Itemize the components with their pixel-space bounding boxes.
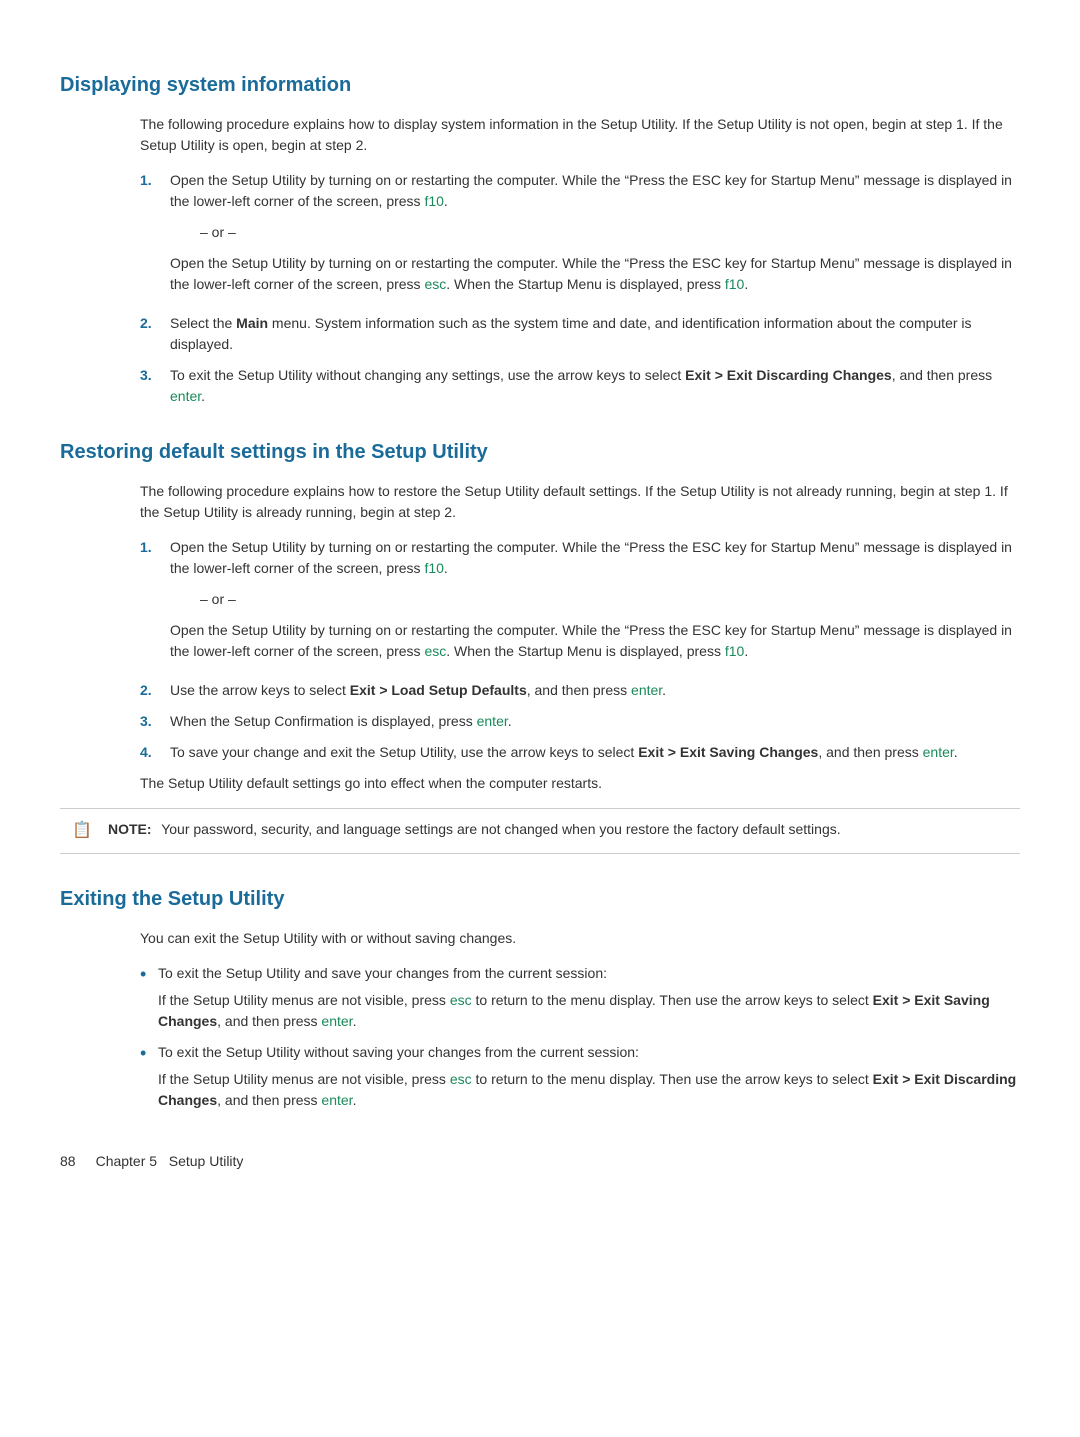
link-enter-6[interactable]: enter [321,1092,352,1108]
step-text: Open the Setup Utility by turning on or … [170,172,1012,209]
step-1-1: 1. Open the Setup Utility by turning on … [140,170,1020,303]
note-text: Your password, security, and language se… [161,821,840,837]
note-label: NOTE: [108,821,152,837]
link-enter-4[interactable]: enter [923,744,954,760]
exit-bullet-list: • To exit the Setup Utility and save you… [140,963,1020,1111]
section-2-intro: The following procedure explains how to … [140,481,1020,523]
step-1-alt: Open the Setup Utility by turning on or … [170,253,1020,295]
link-f10-4[interactable]: f10 [725,643,744,659]
link-f10-3[interactable]: f10 [424,560,443,576]
step-content: When the Setup Confirmation is displayed… [170,711,1020,732]
link-f10-2[interactable]: f10 [725,276,744,292]
or-divider-2: – or – [200,589,1020,610]
note-icon: 📋 [72,819,100,843]
document-body: Displaying system information The follow… [60,70,1020,1172]
step-2-alt: Open the Setup Utility by turning on or … [170,620,1020,662]
step-content: Open the Setup Utility by turning on or … [170,537,1020,670]
step-number: 3. [140,365,170,407]
bullet-intro-1: To exit the Setup Utility and save your … [158,965,607,981]
footer: 88 Chapter 5 Setup Utility [60,1151,1020,1172]
link-esc-4[interactable]: esc [450,1071,472,1087]
step-content: Use the arrow keys to select Exit > Load… [170,680,1020,701]
section-heading-1: Displaying system information [60,70,1020,100]
step-number: 3. [140,711,170,732]
note-content: NOTE: Your password, security, and langu… [108,819,841,840]
page-number: 88 [60,1151,76,1172]
chapter-label: Chapter 5 Setup Utility [96,1151,244,1172]
section-exiting-setup: Exiting the Setup Utility You can exit t… [60,884,1020,1111]
note-box: 📋 NOTE: Your password, security, and lan… [60,808,1020,854]
section-heading-3: Exiting the Setup Utility [60,884,1020,914]
link-enter-1[interactable]: enter [170,388,201,404]
link-enter-3[interactable]: enter [477,713,508,729]
step-2-4: 4. To save your change and exit the Setu… [140,742,1020,763]
link-esc-2[interactable]: esc [424,643,446,659]
bullet-content-2: To exit the Setup Utility without saving… [158,1042,1020,1111]
bullet-item-2: • To exit the Setup Utility without savi… [140,1042,1020,1111]
link-esc-1[interactable]: esc [424,276,446,292]
or-divider-1: – or – [200,222,1020,243]
step-number: 1. [140,170,170,303]
link-f10-1[interactable]: f10 [424,193,443,209]
section-1-steps: 1. Open the Setup Utility by turning on … [140,170,1020,407]
step-content: To exit the Setup Utility without changi… [170,365,1020,407]
step-number: 1. [140,537,170,670]
bullet-item-1: • To exit the Setup Utility and save you… [140,963,1020,1032]
bullet-sub-2: If the Setup Utility menus are not visib… [158,1069,1020,1111]
step-2-2: 2. Use the arrow keys to select Exit > L… [140,680,1020,701]
bullet-dot-2: • [140,1042,158,1065]
step-number: 4. [140,742,170,763]
bullet-content-1: To exit the Setup Utility and save your … [158,963,1020,1032]
link-enter-5[interactable]: enter [321,1013,352,1029]
section-3-intro: You can exit the Setup Utility with or w… [140,928,1020,949]
link-enter-2[interactable]: enter [631,682,662,698]
section-heading-2: Restoring default settings in the Setup … [60,437,1020,467]
section-2-steps: 1. Open the Setup Utility by turning on … [140,537,1020,763]
step-1-3: 3. To exit the Setup Utility without cha… [140,365,1020,407]
after-steps-text: The Setup Utility default settings go in… [140,773,1020,794]
step-content: To save your change and exit the Setup U… [170,742,1020,763]
step-number: 2. [140,313,170,355]
step-content: Open the Setup Utility by turning on or … [170,170,1020,303]
step-number: 2. [140,680,170,701]
step-1-2: 2. Select the Main menu. System informat… [140,313,1020,355]
step-content: Select the Main menu. System information… [170,313,1020,355]
section-displaying-system-info: Displaying system information The follow… [60,70,1020,407]
section-restoring-defaults: Restoring default settings in the Setup … [60,437,1020,854]
step-2-3: 3. When the Setup Confirmation is displa… [140,711,1020,732]
step-2-1: 1. Open the Setup Utility by turning on … [140,537,1020,670]
bullet-intro-2: To exit the Setup Utility without saving… [158,1044,639,1060]
section-1-intro: The following procedure explains how to … [140,114,1020,156]
link-esc-3[interactable]: esc [450,992,472,1008]
bullet-dot-1: • [140,963,158,986]
bullet-sub-1: If the Setup Utility menus are not visib… [158,990,1020,1032]
